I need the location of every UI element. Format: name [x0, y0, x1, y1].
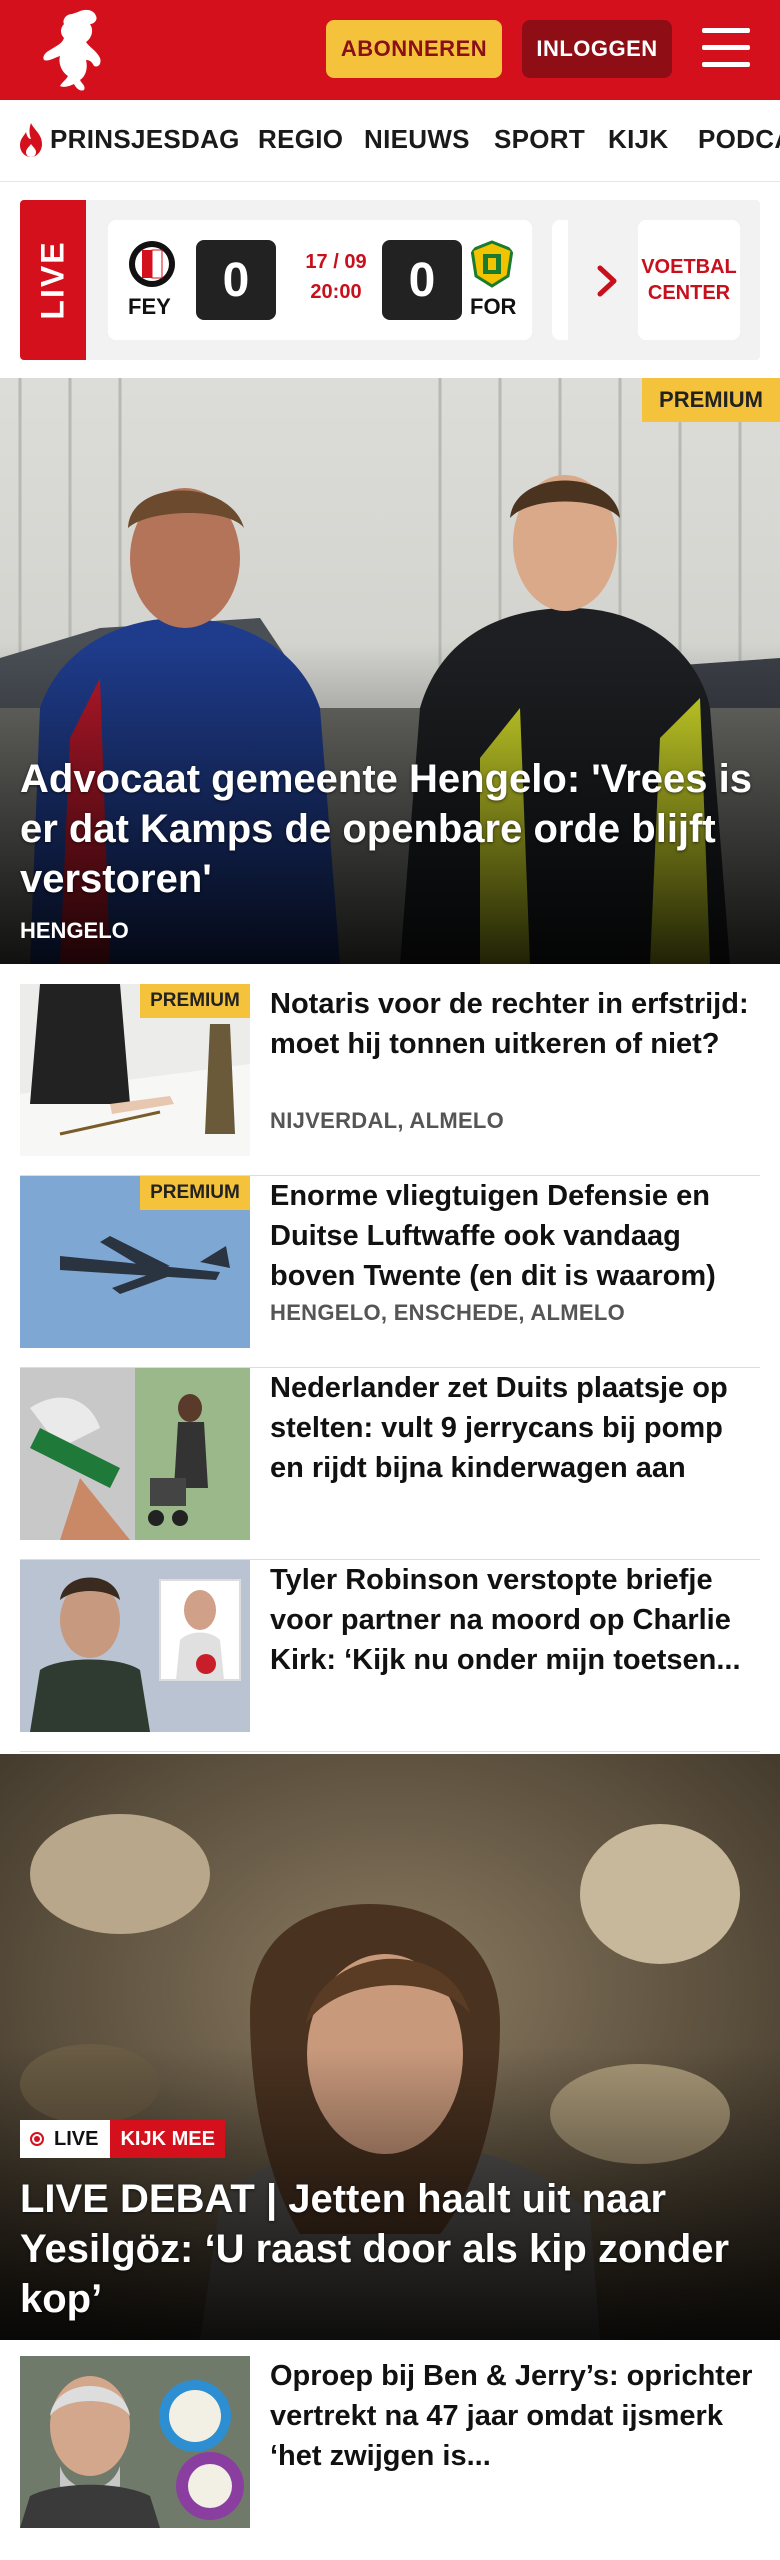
next-match-card[interactable] [552, 220, 568, 340]
video-hero-article[interactable]: LIVE KIJK MEE LIVE DEBAT | Jetten haalt … [0, 1754, 780, 2340]
home-score: 0 [196, 240, 276, 320]
live-scores-bar: LIVE FEY 0 17 / 09 20:00 0 FOR VOETBAL CE… [20, 200, 760, 360]
live-tab[interactable]: LIVE [20, 200, 86, 360]
hero-article[interactable]: PREMIUM Advocaat gemeente Hengelo: 'Vree… [0, 378, 780, 964]
nav-item-regio[interactable]: REGIO [258, 124, 343, 155]
feyenoord-logo-icon [129, 241, 175, 287]
list-item[interactable]: PREMIUM Notaris voor de rechter in erfst… [20, 984, 760, 1176]
hero-title[interactable]: Advocaat gemeente Hengelo: 'Vrees is er … [20, 754, 770, 904]
article-title[interactable]: Oproep bij Ben & Jerry’s: oprichter vert… [270, 2356, 760, 2476]
live-indicator: LIVE [20, 2120, 111, 2158]
top-header: ABONNEREN INLOGGEN [0, 0, 780, 100]
home-team-code: FEY [128, 294, 171, 319]
login-button[interactable]: INLOGGEN [522, 20, 672, 78]
hero-location: HENGELO [20, 918, 129, 943]
logo-horse-icon[interactable] [34, 6, 108, 94]
video-hero-title[interactable]: LIVE DEBAT | Jetten haalt uit naar Yesil… [20, 2174, 760, 2324]
chevron-right-icon[interactable] [592, 264, 622, 298]
subscribe-button[interactable]: ABONNEREN [326, 20, 502, 78]
premium-badge: PREMIUM [140, 984, 250, 1018]
nav-item-nieuws[interactable]: NIEUWS [364, 124, 470, 155]
hamburger-menu-icon[interactable] [702, 28, 750, 70]
premium-badge: PREMIUM [642, 378, 780, 422]
section-nav: PRINSJESDAG REGIO NIEUWS SPORT KIJK PODC… [0, 100, 780, 182]
article-thumbnail [20, 2356, 250, 2528]
article-location: HENGELO, ENSCHEDE, ALMELO [270, 1300, 626, 1325]
live-label-group[interactable]: LIVE KIJK MEE [20, 2120, 225, 2158]
article-title[interactable]: Nederlander zet Duits plaatsje op stelte… [270, 1368, 760, 1488]
article-title[interactable]: Notaris voor de rechter in erfstrijd: mo… [270, 984, 760, 1064]
list-item[interactable]: Tyler Robinson verstopte briefje voor pa… [20, 1560, 760, 1752]
fortuna-logo-icon [470, 240, 514, 288]
list-item[interactable]: PREMIUM Enorme vliegtuigen Defensie en D… [20, 1176, 760, 1368]
article-thumbnail [20, 1560, 250, 1732]
away-score: 0 [382, 240, 462, 320]
voetbal-center-link[interactable]: VOETBAL CENTER [638, 220, 740, 340]
live-dot-icon [30, 2132, 44, 2146]
nav-item-podcast[interactable]: PODCA [698, 124, 780, 155]
article-thumbnail [20, 1368, 250, 1540]
nav-item-sport[interactable]: SPORT [494, 124, 585, 155]
away-team-code: FOR [470, 294, 517, 319]
article-location: NIJVERDAL, ALMELO [270, 1108, 505, 1133]
watch-live-button[interactable]: KIJK MEE [110, 2120, 225, 2158]
match-card[interactable]: FEY 0 17 / 09 20:00 0 FOR [108, 220, 532, 340]
list-item[interactable]: Nederlander zet Duits plaatsje op stelte… [20, 1368, 760, 1560]
flame-icon [20, 123, 42, 157]
nav-item-prinsjesdag[interactable]: PRINSJESDAG [50, 124, 240, 155]
article-title[interactable]: Enorme vliegtuigen Defensie en Duitse Lu… [270, 1176, 760, 1296]
premium-badge: PREMIUM [140, 1176, 250, 1210]
article-title[interactable]: Tyler Robinson verstopte briefje voor pa… [270, 1560, 760, 1680]
nav-item-kijk[interactable]: KIJK [608, 124, 668, 155]
match-date-time: 17 / 09 20:00 [305, 251, 367, 303]
list-item[interactable]: Oproep bij Ben & Jerry’s: oprichter vert… [20, 2356, 760, 2560]
